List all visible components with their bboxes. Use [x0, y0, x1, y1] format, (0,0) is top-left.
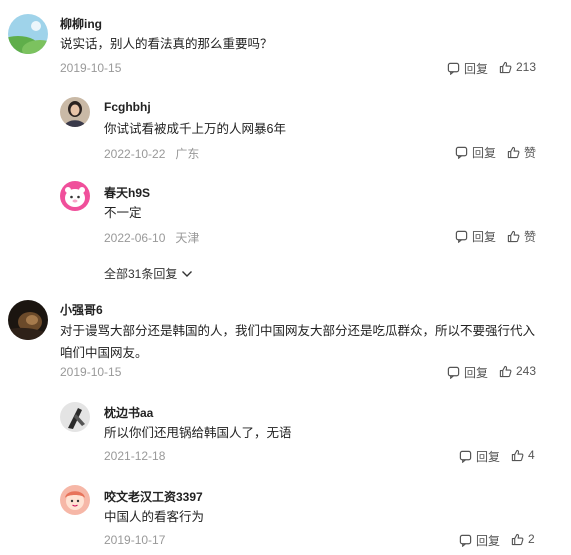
like-label: 赞: [524, 146, 537, 160]
commenter-name[interactable]: 枕边书aa: [104, 404, 153, 421]
show-all-replies-label: 全部31条回复: [104, 267, 178, 281]
reply-label: 回复: [472, 146, 497, 160]
reply-button[interactable]: 回复: [447, 60, 488, 77]
like-button[interactable]: 243: [499, 364, 536, 378]
reply-label: 回复: [472, 230, 497, 244]
reply-icon: [447, 62, 460, 75]
thumbs-up-icon: [511, 533, 524, 545]
reply-icon: [455, 230, 468, 243]
reply-button[interactable]: 回复: [455, 144, 496, 161]
comment-text: 对于谩骂大部分还是韩国的人，我们中国网友大部分还是吃瓜群众，所以不要强行代入咱们…: [60, 324, 536, 360]
reply-icon: [447, 366, 460, 379]
thumbs-up-icon: [499, 365, 512, 377]
avatar[interactable]: [8, 14, 48, 54]
like-count: 213: [516, 60, 537, 74]
commenter-name[interactable]: 柳柳ing: [60, 15, 102, 32]
reply-icon: [455, 146, 468, 159]
reply-icon: [459, 450, 472, 463]
like-count: 4: [528, 448, 535, 462]
reply-button[interactable]: 回复: [447, 364, 488, 381]
like-count: 243: [516, 364, 537, 378]
reply-label: 回复: [464, 366, 489, 380]
comment-date: 2022-10-22 广东: [104, 147, 200, 161]
comment-date: 2019-10-15: [60, 365, 122, 379]
commenter-name[interactable]: 咬文老汉工资3397: [104, 488, 203, 505]
like-count: 2: [528, 532, 535, 546]
avatar[interactable]: [60, 485, 90, 515]
commenter-name[interactable]: 小强哥6: [60, 301, 103, 318]
like-button[interactable]: 赞: [507, 144, 536, 161]
thumbs-up-icon: [499, 61, 512, 73]
avatar[interactable]: [60, 181, 90, 211]
reply-button[interactable]: 回复: [459, 448, 500, 465]
commenter-name[interactable]: Fcghbhj: [104, 100, 151, 114]
show-all-replies-button[interactable]: 全部31条回复: [104, 265, 193, 282]
thumbs-up-icon: [507, 146, 520, 159]
avatar[interactable]: [8, 300, 48, 340]
comment-date: 2021-12-18: [104, 449, 166, 463]
comment-text: 你试试看被成千上万的人网暴6年: [104, 122, 286, 136]
comment-text: 说实话，别人的看法真的那么重要吗？: [60, 37, 273, 51]
reply-button[interactable]: 回复: [455, 228, 496, 245]
comment-date: 2019-10-17: [104, 533, 166, 547]
comment-date: 2022-06-10 天津: [104, 231, 200, 245]
avatar[interactable]: [60, 402, 90, 432]
chevron-down-icon: [182, 270, 193, 277]
comment-date: 2019-10-15: [60, 61, 122, 75]
like-button[interactable]: 2: [511, 532, 535, 546]
reply-icon: [459, 534, 472, 547]
commenter-name[interactable]: 春天h9S: [104, 184, 150, 201]
reply-button[interactable]: 回复: [459, 532, 500, 549]
reply-label: 回复: [476, 534, 501, 548]
comment-location: 广东: [175, 147, 200, 161]
avatar[interactable]: [60, 97, 90, 127]
comment-text: 所以你们还甩锅给韩国人了，无语: [104, 426, 292, 440]
reply-label: 回复: [476, 450, 501, 464]
reply-label: 回复: [464, 62, 489, 76]
like-label: 赞: [524, 230, 537, 244]
like-button[interactable]: 213: [499, 60, 536, 74]
comment-text: 不一定: [104, 206, 142, 220]
thumbs-up-icon: [507, 230, 520, 243]
like-button[interactable]: 4: [511, 448, 535, 462]
thumbs-up-icon: [511, 449, 524, 461]
comment-text: 中国人的看客行为: [104, 510, 205, 524]
like-button[interactable]: 赞: [507, 228, 536, 245]
comment-location: 天津: [175, 231, 200, 245]
